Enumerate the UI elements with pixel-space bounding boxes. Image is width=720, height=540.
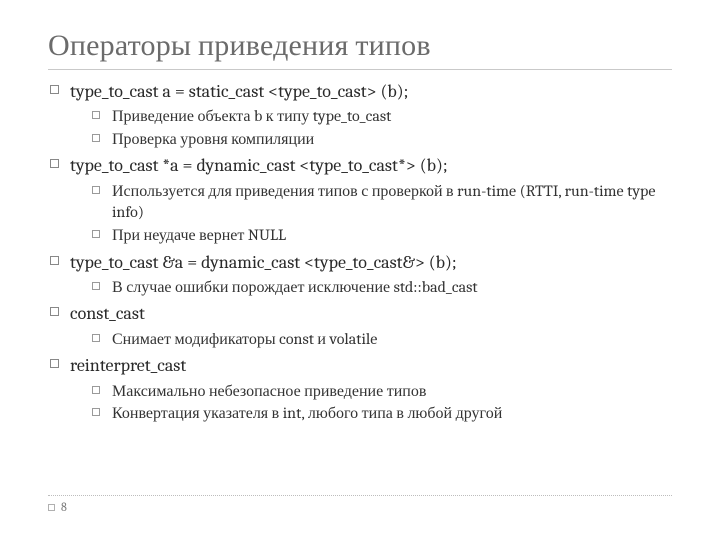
list-item: type_to_cast &a = dynamic_cast <type_to_… xyxy=(48,251,672,299)
list-item: const_cast Снимает модификаторы const и … xyxy=(48,302,672,350)
footer-rule xyxy=(48,495,672,496)
list-item-text: type_to_cast *a = dynamic_cast <type_to_… xyxy=(70,155,448,176)
sub-list-item: Приведение объекта b к типу type_to_cast xyxy=(92,106,672,128)
list-item-text: type_to_cast a = static_cast <type_to_ca… xyxy=(70,81,408,102)
sub-list-item: Проверка уровня компиляции xyxy=(92,129,672,151)
slide-footer: 8 xyxy=(48,495,672,514)
page-number-text: 8 xyxy=(61,500,67,514)
slide: Операторы приведения типов type_to_cast … xyxy=(0,0,720,540)
sub-list-item: При неудаче вернет NULL xyxy=(92,225,672,247)
list-item-text: type_to_cast &a = dynamic_cast <type_to_… xyxy=(70,252,457,273)
sub-list-item: Снимает модификаторы const и volatile xyxy=(92,329,672,351)
sub-list: Используется для приведения типов с пров… xyxy=(70,181,672,247)
sub-list: Максимально небезопасное приведение типо… xyxy=(70,381,672,425)
page-number: 8 xyxy=(48,500,672,514)
sub-list-item: Конвертация указателя в int, любого типа… xyxy=(92,403,672,425)
slide-title: Операторы приведения типов xyxy=(48,28,672,63)
list-item: type_to_cast *a = dynamic_cast <type_to_… xyxy=(48,154,672,246)
list-item-text: const_cast xyxy=(70,303,145,324)
sub-list-item: В случае ошибки порождает исключение std… xyxy=(92,277,672,299)
title-rule xyxy=(48,69,672,70)
sub-list-item: Используется для приведения типов с пров… xyxy=(92,181,672,224)
sub-list-item: Максимально небезопасное приведение типо… xyxy=(92,381,672,403)
sub-list: Снимает модификаторы const и volatile xyxy=(70,329,672,351)
list-item: type_to_cast a = static_cast <type_to_ca… xyxy=(48,80,672,150)
content-list: type_to_cast a = static_cast <type_to_ca… xyxy=(48,80,672,425)
list-item-text: reinterpret_cast xyxy=(70,355,186,376)
sub-list: В случае ошибки порождает исключение std… xyxy=(70,277,672,299)
list-item: reinterpret_cast Максимально небезопасно… xyxy=(48,354,672,424)
sub-list: Приведение объекта b к типу type_to_cast… xyxy=(70,106,672,150)
page-bullet-icon xyxy=(48,504,55,511)
